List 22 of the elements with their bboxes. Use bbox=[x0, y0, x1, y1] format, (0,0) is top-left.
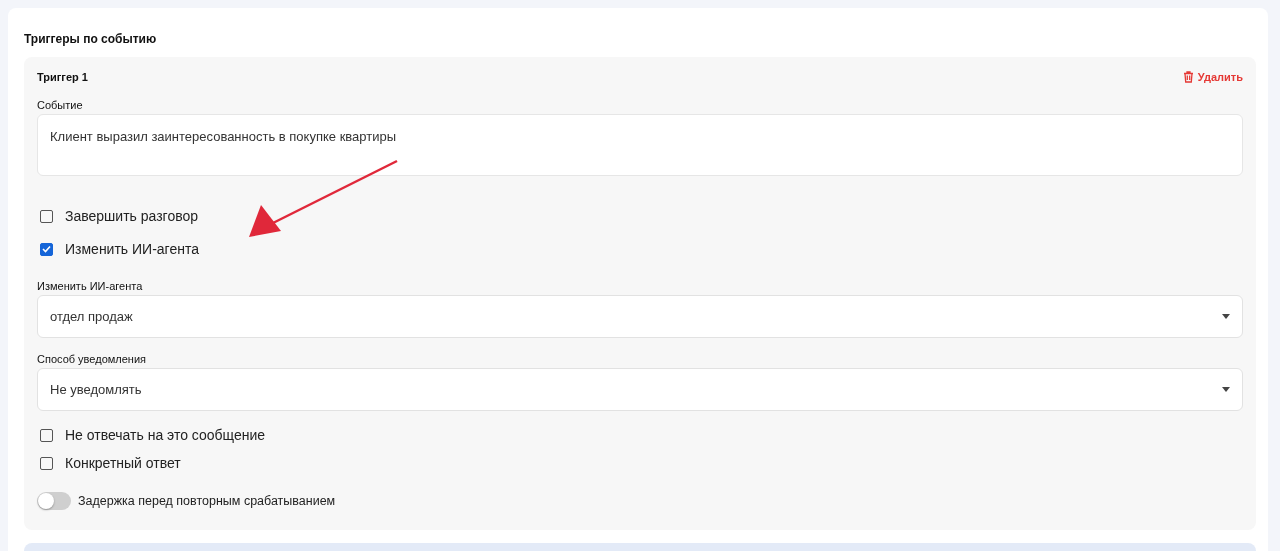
section-title: Триггеры по событию bbox=[24, 32, 157, 46]
toggle-switch[interactable] bbox=[37, 492, 71, 510]
checkbox-label: Завершить разговор bbox=[65, 208, 198, 224]
delete-button[interactable]: Удалить bbox=[1182, 71, 1243, 83]
checkbox[interactable] bbox=[40, 428, 53, 442]
field-label: Событие bbox=[37, 99, 83, 111]
caret-icon bbox=[1222, 387, 1230, 392]
checkbox-label: Конкретный ответ bbox=[65, 455, 181, 471]
field-label: Изменить ИИ-агента bbox=[37, 280, 143, 292]
caret-icon bbox=[1222, 314, 1230, 319]
field-label: Способ уведомления bbox=[37, 353, 147, 365]
select-field[interactable]: отдел продаж bbox=[37, 295, 1243, 338]
trash-icon bbox=[1182, 71, 1194, 83]
toggle-label: Задержка перед повторным срабатыванием bbox=[78, 494, 336, 508]
checkbox[interactable] bbox=[40, 209, 53, 223]
trigger-title: Триггер 1 bbox=[37, 71, 88, 83]
checkbox[interactable] bbox=[40, 242, 53, 256]
select-field[interactable]: Не уведомлять bbox=[37, 368, 1243, 411]
event-field[interactable]: Клиент выразил заинтересованность в покупке квартиры bbox=[37, 114, 1243, 176]
checkbox[interactable] bbox=[40, 456, 53, 470]
checkbox-label: Изменить ИИ-агента bbox=[65, 241, 199, 257]
checkbox-label: Не отвечать на это сообщение bbox=[65, 427, 266, 443]
